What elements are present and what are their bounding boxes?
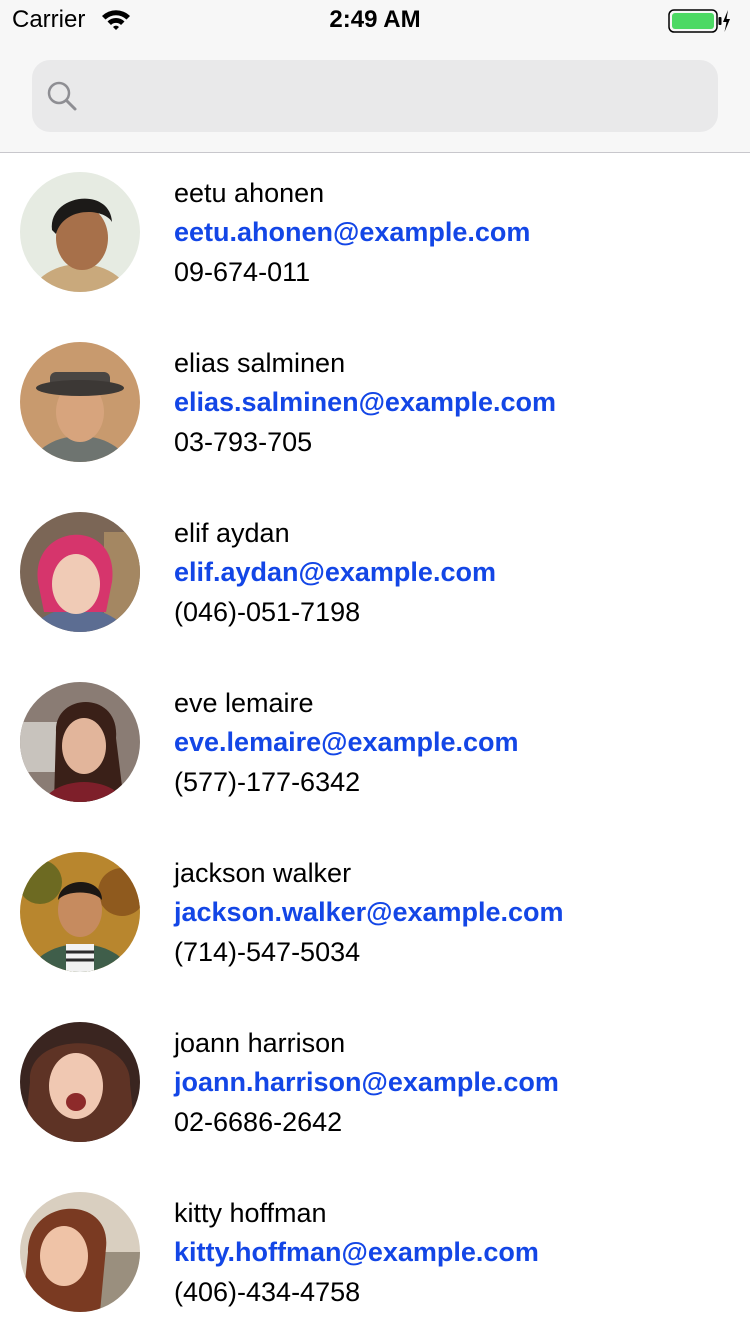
contact-name: kitty hoffman [174, 1198, 327, 1228]
search-bar[interactable] [32, 60, 718, 132]
contact-row[interactable]: jackson walker jackson.walker@example.co… [0, 833, 750, 1003]
contact-phone: (046)-051-7198 [174, 597, 361, 627]
avatar [20, 172, 140, 292]
contact-name: elif aydan [174, 518, 290, 548]
contact-name: joann harrison [174, 1028, 346, 1058]
contact-name: eve lemaire [174, 688, 314, 718]
contact-phone: 09-674-011 [174, 257, 311, 287]
contact-row[interactable]: eetu ahonen eetu.ahonen@example.com 09-6… [0, 153, 750, 323]
contact-name: eetu ahonen [174, 178, 325, 208]
contact-email-link[interactable]: eetu.ahonen@example.com [174, 216, 530, 248]
clock-time: 2:49 AM [329, 6, 421, 33]
search-icon [46, 80, 78, 112]
status-bar: Carrier 2:49 AM [0, 0, 750, 40]
contact-phone: 02-6686-2642 [174, 1107, 343, 1137]
battery-icon [668, 8, 730, 34]
contact-name: elias salminen [174, 348, 346, 378]
contact-email-link[interactable]: elias.salminen@example.com [174, 386, 556, 418]
contact-email-link[interactable]: jackson.walker@example.com [174, 896, 564, 928]
avatar [20, 682, 140, 802]
contact-email-link[interactable]: kitty.hoffman@example.com [174, 1236, 539, 1268]
avatar [20, 1192, 140, 1312]
contact-row[interactable]: elif aydan elif.aydan@example.com (046)-… [0, 493, 750, 663]
avatar [20, 342, 140, 462]
avatar [20, 1022, 140, 1142]
avatar [20, 512, 140, 632]
contact-list[interactable]: eetu ahonen eetu.ahonen@example.com 09-6… [0, 153, 750, 1334]
contact-row[interactable]: joann harrison joann.harrison@example.co… [0, 1003, 750, 1173]
contact-row[interactable]: kitty hoffman kitty.hoffman@example.com … [0, 1173, 750, 1334]
contact-email-link[interactable]: eve.lemaire@example.com [174, 726, 519, 758]
contact-row[interactable]: eve lemaire eve.lemaire@example.com (577… [0, 663, 750, 833]
avatar [20, 852, 140, 972]
contacts-screen: Carrier 2:49 AM eetu ahonen eetu.ahonen@… [0, 0, 750, 1334]
search-input[interactable] [92, 60, 702, 132]
contact-phone: (714)-547-5034 [174, 937, 361, 967]
contact-phone: (577)-177-6342 [174, 767, 361, 797]
contact-email-link[interactable]: elif.aydan@example.com [174, 556, 496, 588]
header: Carrier 2:49 AM [0, 0, 750, 153]
contact-row[interactable]: elias salminen elias.salminen@example.co… [0, 323, 750, 493]
contact-phone: 03-793-705 [174, 427, 313, 457]
charging-bolt-icon [723, 10, 730, 32]
contact-name: jackson walker [174, 858, 352, 888]
contact-email-link[interactable]: joann.harrison@example.com [174, 1066, 559, 1098]
contact-phone: (406)-434-4758 [174, 1277, 361, 1307]
